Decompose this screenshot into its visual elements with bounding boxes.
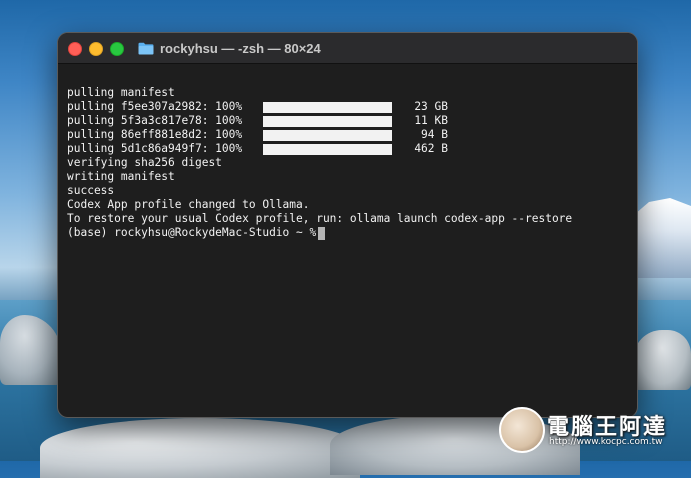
- terminal-window[interactable]: rockyhsu — -zsh — 80×24 pulling manifest…: [57, 32, 638, 418]
- prompt-text: (base) rockyhsu@RockydeMac-Studio ~ %: [67, 226, 317, 239]
- close-button[interactable]: [68, 42, 82, 56]
- pull-size: 94 B: [421, 128, 448, 141]
- window-title-text: rockyhsu — -zsh — 80×24: [160, 40, 321, 56]
- pull-progress-row: pulling 5f3a3c817e78: 100% 11 KB: [67, 114, 627, 128]
- pull-size: 462 B: [414, 142, 448, 155]
- pull-size: 11 KB: [414, 114, 448, 127]
- pull-size: 23 GB: [414, 100, 448, 113]
- progress-bar: [263, 101, 392, 113]
- mascot-avatar: [499, 407, 545, 453]
- terminal-line: pulling manifest: [67, 86, 175, 99]
- pull-label: pulling f5ee307a2982: 100%: [67, 100, 243, 113]
- pull-progress-row: pulling 86eff881e8d2: 100% 94 B: [67, 128, 627, 142]
- wallpaper-rock: [40, 418, 360, 478]
- maximize-button[interactable]: [110, 42, 124, 56]
- pull-label: pulling 86eff881e8d2: 100%: [67, 128, 243, 141]
- minimize-button[interactable]: [89, 42, 103, 56]
- terminal-line: Codex App profile changed to Ollama.: [67, 198, 310, 211]
- watermark-url: http://www.kocpc.com.tw: [549, 437, 663, 447]
- terminal-line: To restore your usual Codex profile, run…: [67, 212, 573, 225]
- window-title: rockyhsu — -zsh — 80×24: [138, 40, 321, 56]
- terminal-line: verifying sha256 digest: [67, 156, 222, 169]
- folder-icon: [138, 42, 154, 54]
- wallpaper-rock: [633, 330, 691, 390]
- pull-progress-row: pulling 5d1c86a949f7: 100% 462 B: [67, 142, 627, 156]
- window-titlebar[interactable]: rockyhsu — -zsh — 80×24: [58, 33, 637, 64]
- progress-bar: [263, 115, 392, 127]
- pull-label: pulling 5d1c86a949f7: 100%: [67, 142, 243, 155]
- pull-label: pulling 5f3a3c817e78: 100%: [67, 114, 243, 127]
- watermark-logo: 電腦王阿達 http://www.kocpc.com.tw: [499, 407, 685, 453]
- pull-progress-row: pulling f5ee307a2982: 100% 23 GB: [67, 100, 627, 114]
- progress-bar: [263, 143, 392, 155]
- text-cursor: [318, 226, 326, 240]
- progress-bar: [263, 129, 392, 141]
- terminal-line: writing manifest: [67, 170, 175, 183]
- terminal-line: success: [67, 184, 115, 197]
- shell-prompt[interactable]: (base) rockyhsu@RockydeMac-Studio ~ %: [67, 226, 627, 240]
- terminal-output[interactable]: pulling manifest pulling f5ee307a2982: 1…: [67, 86, 627, 240]
